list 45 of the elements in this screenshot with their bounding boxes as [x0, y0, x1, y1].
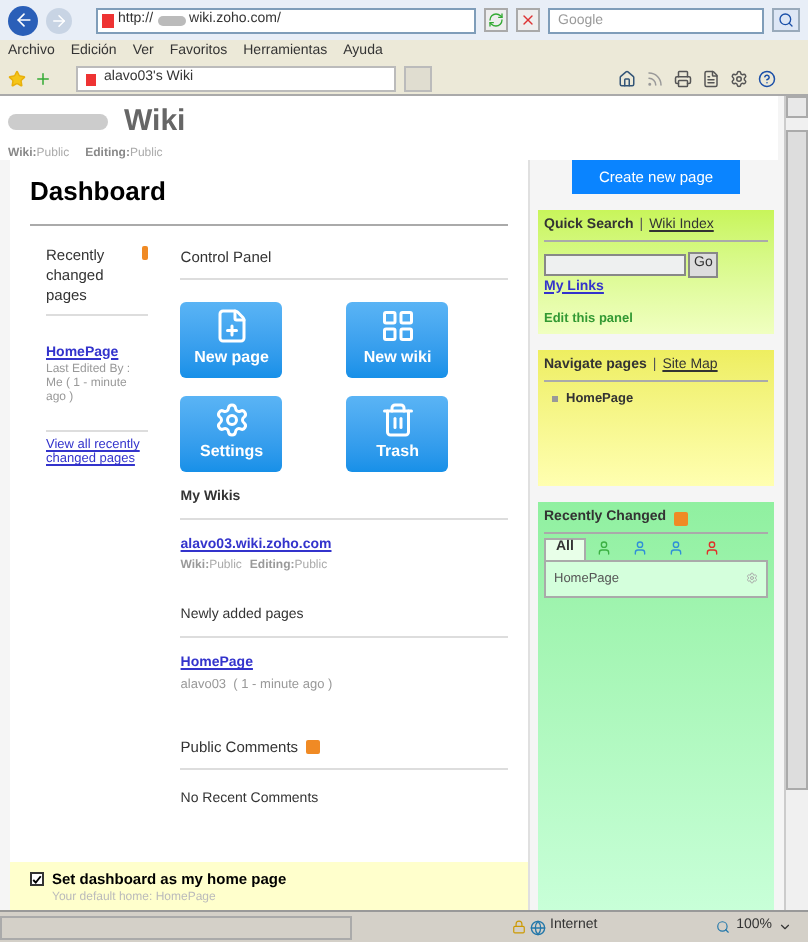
bullet-icon	[552, 395, 558, 402]
back-arrow-icon	[13, 10, 33, 30]
scrollbar[interactable]	[784, 96, 808, 910]
user-icon	[703, 540, 720, 556]
page-icon[interactable]	[702, 70, 720, 88]
globe-icon	[530, 919, 546, 935]
add-icon[interactable]	[34, 70, 52, 88]
rss-icon[interactable]	[141, 245, 149, 259]
search-button[interactable]	[772, 8, 800, 32]
rss-icon[interactable]	[646, 70, 664, 88]
caret-icon[interactable]	[778, 920, 792, 934]
rss-icon[interactable]	[306, 739, 321, 754]
page-icon	[86, 73, 96, 85]
gear-icon	[213, 402, 250, 439]
refresh-button[interactable]	[484, 8, 508, 32]
stop-button[interactable]	[516, 8, 540, 32]
close-icon	[520, 12, 536, 28]
gear-icon[interactable]	[746, 572, 758, 585]
settings-icon[interactable]	[730, 70, 748, 88]
star-icon[interactable]	[8, 70, 26, 88]
user-icon	[631, 540, 648, 556]
user-icon	[595, 540, 612, 556]
blurred-url-part	[157, 15, 186, 25]
user-icon	[667, 540, 684, 556]
print-icon[interactable]	[674, 70, 692, 88]
search-icon	[778, 12, 794, 28]
trash-icon	[379, 402, 416, 439]
new-tab-button[interactable]	[404, 66, 432, 92]
page-title: Dashboard	[30, 172, 508, 225]
refresh-icon	[488, 12, 504, 28]
blurred-logo	[8, 114, 108, 131]
page-icon	[213, 308, 250, 345]
home-page-checkbox[interactable]	[30, 872, 44, 887]
home-icon[interactable]	[618, 70, 636, 88]
grid-icon	[379, 308, 416, 345]
site-title: Wiki	[124, 102, 186, 142]
search-field[interactable]	[544, 253, 686, 275]
help-icon[interactable]	[758, 70, 776, 88]
page-icon	[102, 13, 114, 27]
zoom-icon[interactable]	[716, 920, 731, 934]
lock-icon	[512, 920, 526, 934]
forward-arrow-icon	[50, 11, 68, 29]
forward-button[interactable]	[46, 7, 72, 33]
rss-icon[interactable]	[674, 511, 689, 526]
back-button[interactable]	[8, 5, 38, 35]
